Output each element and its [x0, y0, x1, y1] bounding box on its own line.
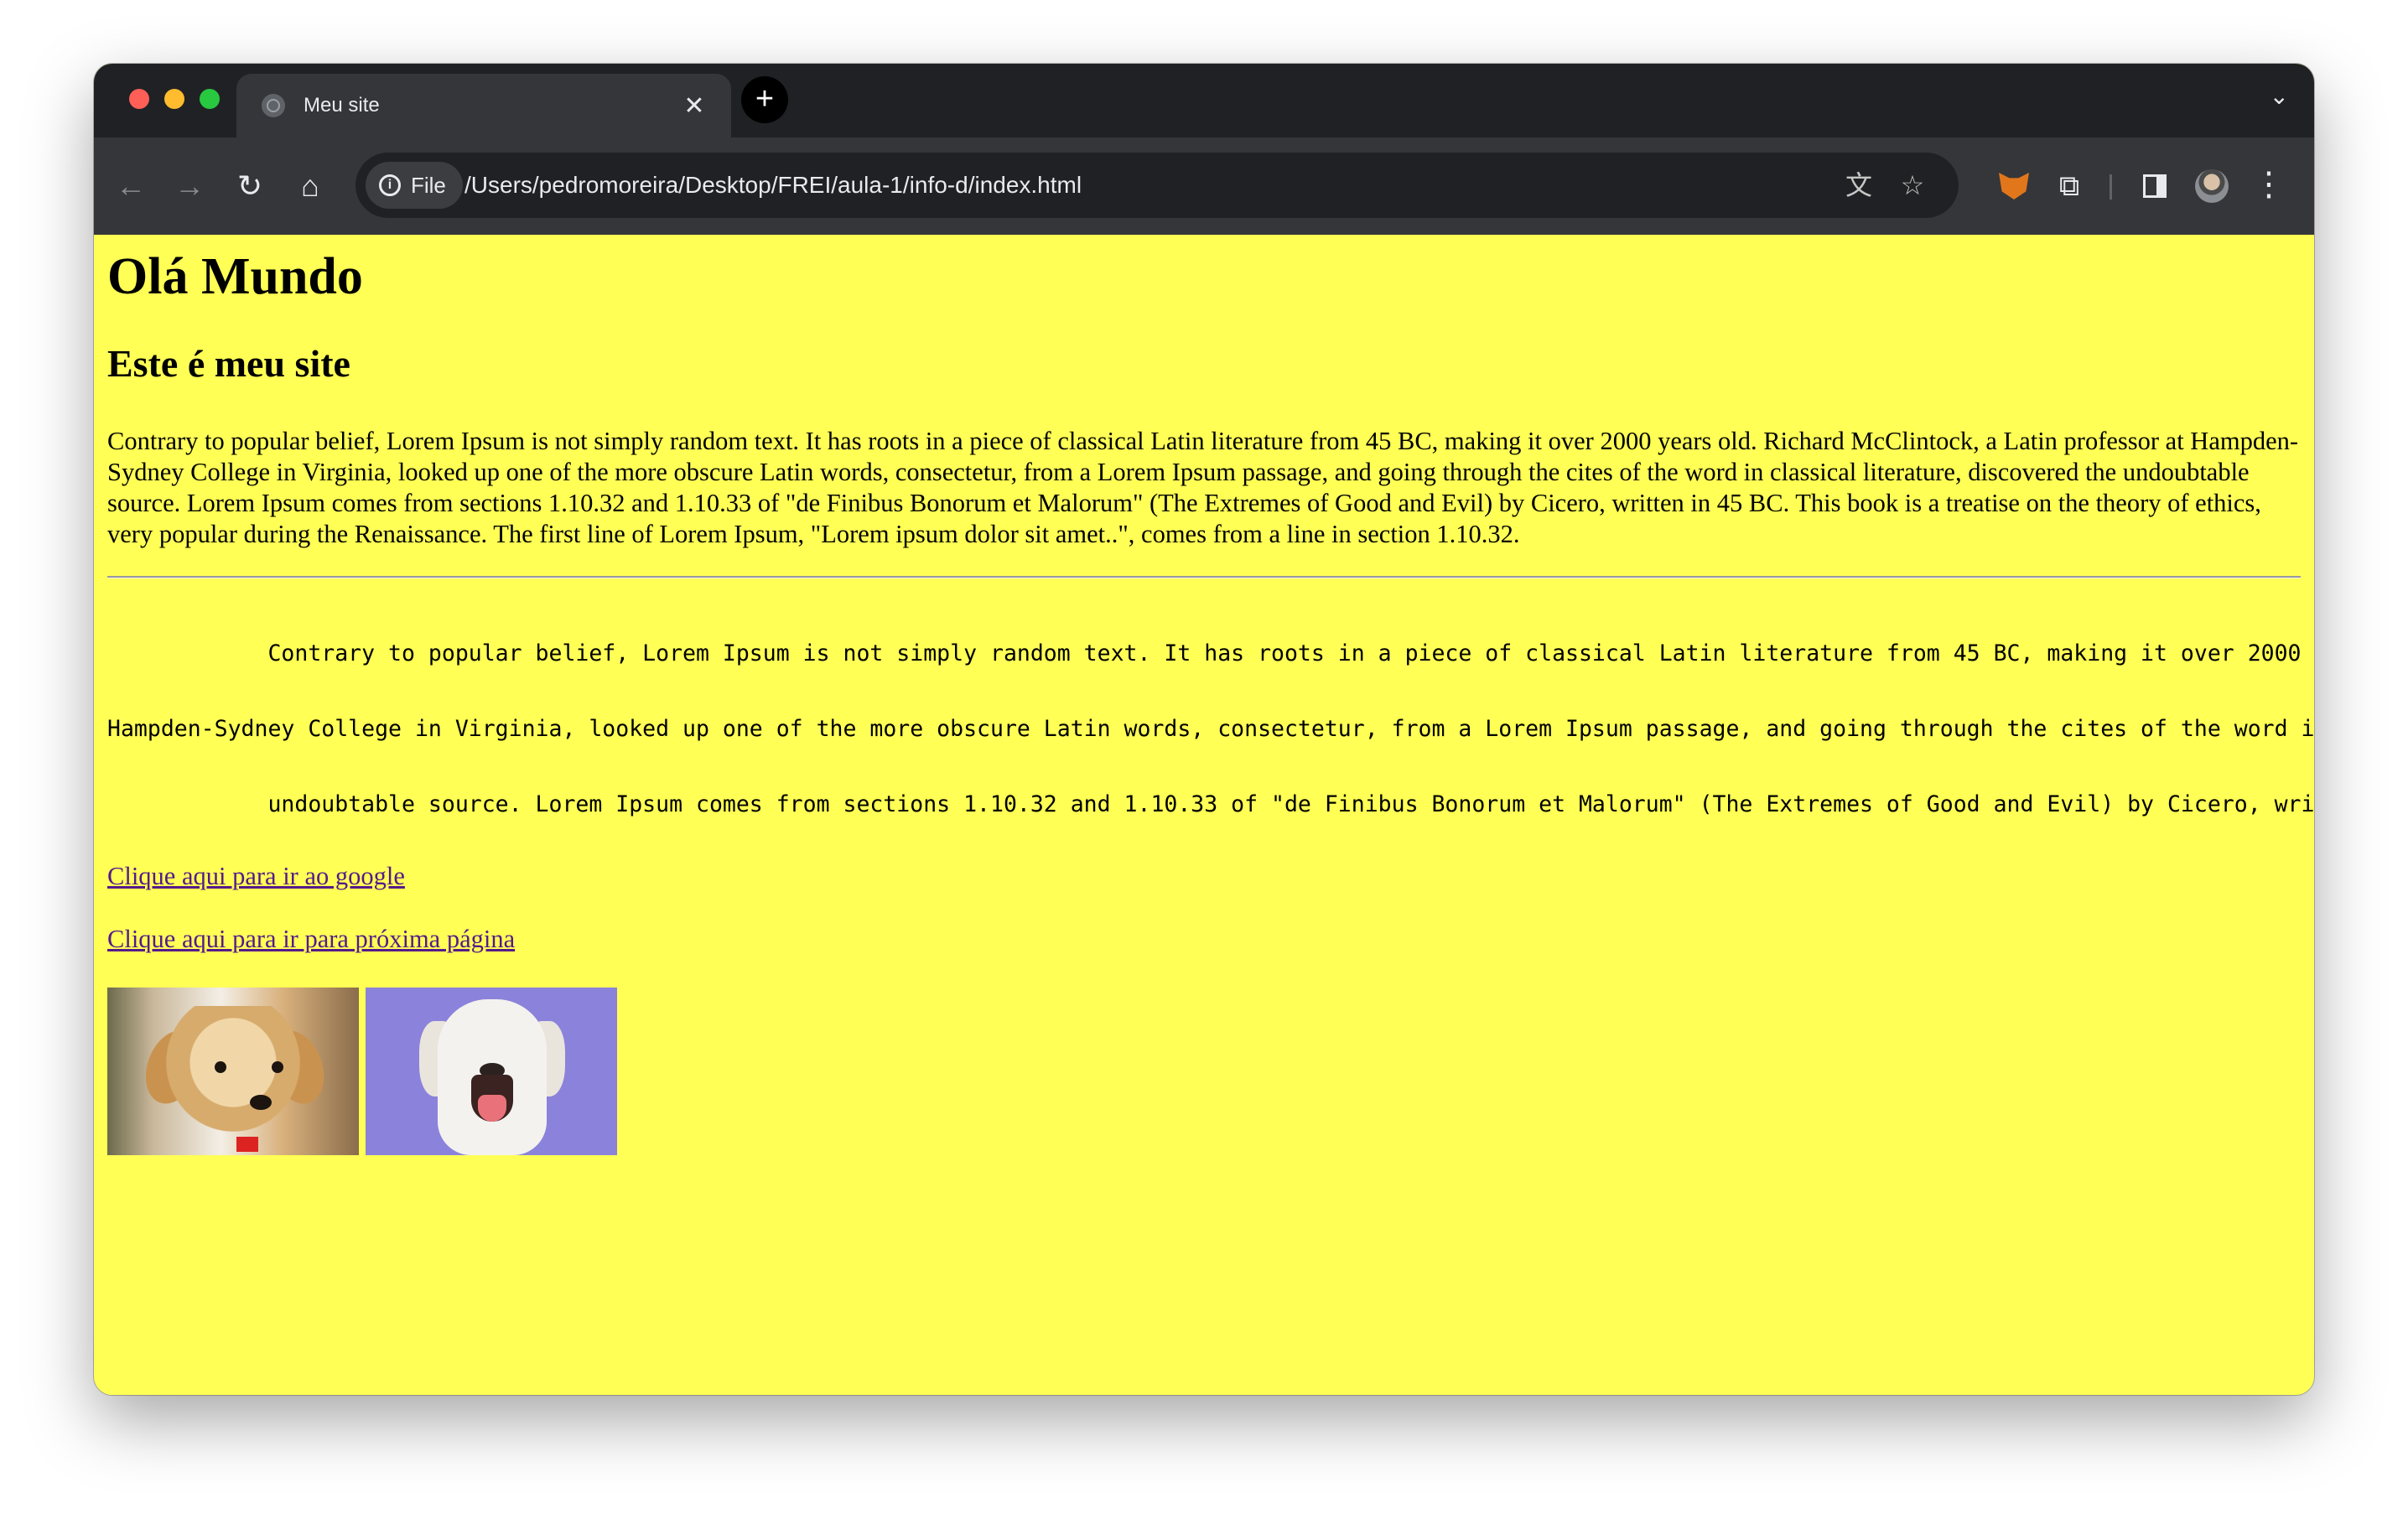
new-tab-button[interactable]: +: [741, 76, 788, 123]
extensions-icon[interactable]: ⧉: [2044, 161, 2094, 211]
info-icon: i: [379, 174, 401, 196]
preformatted-line: Contrary to popular belief, Lorem Ipsum …: [107, 640, 2314, 666]
more-menu-icon[interactable]: ⋮: [2244, 161, 2294, 211]
body-paragraph: Contrary to popular belief, Lorem Ipsum …: [107, 427, 2299, 548]
browser-toolbar: ← → ↻ ⌂ i File /Users/pedromoreira/Deskt…: [94, 137, 2314, 235]
tab-title: Meu site: [304, 94, 380, 117]
tab-strip: Meu site ✕ + ⌄: [94, 64, 2314, 137]
bookmark-star-icon[interactable]: ☆: [1893, 166, 1932, 205]
page-subheading: Este é meu site: [107, 342, 350, 385]
address-bar[interactable]: i File /Users/pedromoreira/Desktop/FREI/…: [355, 153, 1959, 218]
puppy-image: [107, 988, 359, 1155]
home-icon[interactable]: ⌂: [285, 161, 335, 211]
profile-avatar[interactable]: [2187, 161, 2237, 211]
preformatted-line: undoubtable source. Lorem Ipsum comes fr…: [107, 791, 2314, 817]
metamask-icon[interactable]: [1989, 161, 2039, 211]
smiling-dog-image: [366, 988, 617, 1155]
browser-window: Meu site ✕ + ⌄ ← → ↻ ⌂ i File /Users/ped…: [94, 64, 2314, 1395]
site-info-label: File: [411, 172, 446, 198]
page-heading: Olá Mundo: [107, 248, 363, 305]
page-viewport: Olá Mundo Este é meu site Contrary to po…: [94, 235, 2314, 1395]
horizontal-rule: [107, 576, 2301, 578]
tab-active[interactable]: Meu site ✕: [236, 74, 731, 137]
tab-search-chevron-icon[interactable]: ⌄: [2270, 82, 2289, 110]
globe-icon: [262, 94, 285, 117]
back-icon[interactable]: ←: [106, 161, 156, 211]
preformatted-line: Hampden-Sydney College in Virginia, look…: [107, 716, 2314, 742]
site-info-chip[interactable]: i File: [366, 162, 463, 209]
close-tab-icon[interactable]: ✕: [677, 91, 711, 121]
side-panel-icon[interactable]: [2130, 161, 2180, 211]
toolbar-divider: [2110, 174, 2112, 200]
reload-icon[interactable]: ↻: [225, 161, 275, 211]
google-link[interactable]: Clique aqui para ir ao google: [107, 861, 405, 892]
translate-icon[interactable]: 文: [1840, 166, 1878, 205]
window-controls: [129, 89, 220, 109]
url-text[interactable]: /Users/pedromoreira/Desktop/FREI/aula-1/…: [464, 153, 1082, 218]
minimize-window-button[interactable]: [164, 89, 184, 109]
zoom-window-button[interactable]: [200, 89, 220, 109]
next-page-link[interactable]: Clique aqui para ir para próxima página: [107, 924, 515, 955]
close-window-button[interactable]: [129, 89, 149, 109]
forward-icon[interactable]: →: [164, 161, 215, 211]
